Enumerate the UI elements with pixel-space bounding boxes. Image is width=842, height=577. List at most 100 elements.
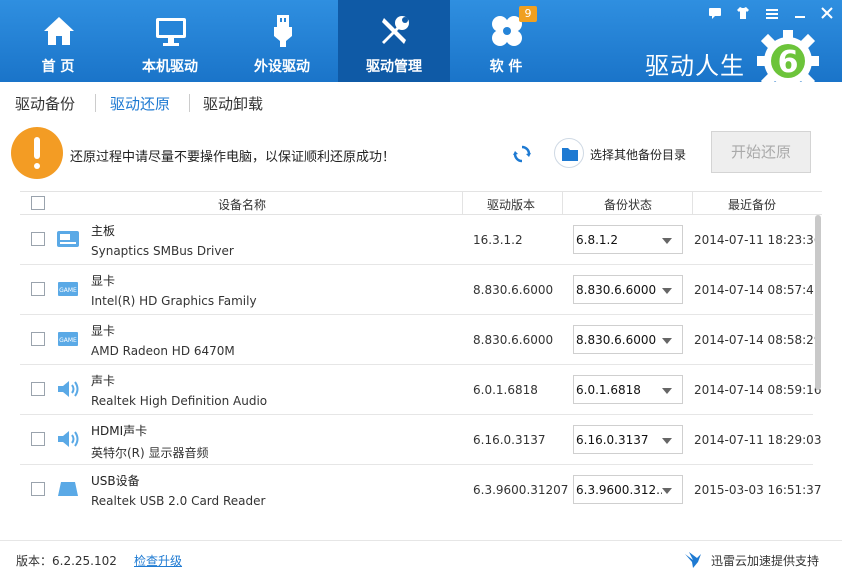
subtab-driver-uninstall[interactable]: 驱动卸载 xyxy=(203,93,263,114)
row-checkbox[interactable] xyxy=(31,432,45,446)
nav-tab-label: 本机驱动 xyxy=(142,59,198,75)
close-icon[interactable] xyxy=(819,6,835,22)
row-checkbox[interactable] xyxy=(31,332,45,346)
select-all-checkbox[interactable] xyxy=(31,196,45,210)
table-row[interactable]: 声卡 Realtek High Definition Audio 6.0.1.6… xyxy=(20,365,821,415)
menu-icon[interactable] xyxy=(764,6,780,22)
svg-text:GAME: GAME xyxy=(59,337,77,344)
last-backup-date: 2014-07-11 18:23:36 xyxy=(694,233,822,247)
xunlei-bird-icon xyxy=(685,552,701,568)
graphics-card-icon: GAME xyxy=(58,332,78,346)
backup-version-select[interactable]: 8.830.6.6000 xyxy=(573,275,683,304)
status-footer: 版本：6.2.25.102 检查升级 迅雷云加速提供支持 xyxy=(0,540,842,577)
brand-title: 驱动人生 xyxy=(645,52,745,80)
nav-tab-local-drivers[interactable]: 本机驱动 xyxy=(114,0,226,82)
chevron-down-icon xyxy=(662,338,672,344)
last-backup-date: 2014-07-14 08:58:29 xyxy=(694,333,822,347)
device-type: HDMI声卡 xyxy=(91,424,148,438)
folder-icon xyxy=(562,148,578,161)
header-device-name: 设备名称 xyxy=(218,198,267,212)
device-name: AMD Radeon HD 6470M xyxy=(91,344,235,358)
backup-version-select[interactable]: 6.0.1.6818 xyxy=(573,375,683,404)
table-row[interactable]: 主板 Synaptics SMBus Driver 16.3.1.2 6.8.1… xyxy=(20,215,821,265)
device-type: USB设备 xyxy=(91,474,140,488)
subtab-bar: 驱动备份 驱动还原 驱动卸载 xyxy=(0,82,842,120)
svg-text:GAME: GAME xyxy=(59,287,77,294)
chevron-down-icon xyxy=(662,288,672,294)
graphics-card-icon: GAME xyxy=(58,282,78,296)
backup-version-select[interactable]: 8.830.6.6000 xyxy=(573,325,683,354)
start-restore-button[interactable]: 开始还原 xyxy=(711,131,811,173)
speaker-icon xyxy=(58,381,79,397)
refresh-icon[interactable] xyxy=(513,145,531,163)
usb-device-icon xyxy=(58,482,78,496)
chevron-down-icon xyxy=(662,238,672,244)
restore-table: 设备名称 驱动版本 备份状态 最近备份 主板 Synaptics SMBus D… xyxy=(20,191,822,517)
subtab-driver-restore[interactable]: 驱动还原 xyxy=(110,93,170,114)
device-type: 声卡 xyxy=(91,374,116,388)
device-name: 英特尔(R) 显示器音频 xyxy=(91,446,209,460)
tools-icon xyxy=(382,16,409,44)
svg-text:6: 6 xyxy=(778,45,799,80)
nav-tab-peripheral-drivers[interactable]: 外设驱动 xyxy=(226,0,338,82)
nav-tab-label: 首 页 xyxy=(41,59,75,75)
nav-tab-label: 外设驱动 xyxy=(254,59,310,75)
nav-tab-software[interactable]: 软 件 xyxy=(450,0,562,82)
chevron-down-icon xyxy=(662,388,672,394)
subtab-driver-backup[interactable]: 驱动备份 xyxy=(15,93,75,114)
table-header: 设备名称 驱动版本 备份状态 最近备份 xyxy=(20,191,822,215)
last-backup-date: 2014-07-11 18:29:03 xyxy=(694,433,822,447)
chevron-down-icon xyxy=(662,488,672,494)
header-backup-status: 备份状态 xyxy=(604,198,653,212)
row-checkbox[interactable] xyxy=(31,382,45,396)
device-name: Intel(R) HD Graphics Family xyxy=(91,294,257,308)
driver-version: 6.0.1.6818 xyxy=(473,383,538,397)
choose-directory-label[interactable]: 选择其他备份目录 xyxy=(590,146,686,163)
choose-directory-button[interactable] xyxy=(554,138,584,168)
warning-icon xyxy=(11,127,63,179)
driver-version: 6.16.0.3137 xyxy=(473,433,546,447)
nav-tab-driver-management[interactable]: 驱动管理 xyxy=(338,0,450,82)
chevron-down-icon xyxy=(662,438,672,444)
message-icon[interactable] xyxy=(707,6,723,22)
check-update-link[interactable]: 检查升级 xyxy=(134,552,182,569)
header-driver-version: 驱动版本 xyxy=(487,198,536,212)
device-type: 显卡 xyxy=(91,324,116,338)
table-row[interactable]: GAME 显卡 Intel(R) HD Graphics Family 8.83… xyxy=(20,265,821,315)
restore-notice-text: 还原过程中请尽量不要操作电脑，以保证顺利还原成功！ xyxy=(70,150,396,165)
table-scrollbar[interactable] xyxy=(815,215,821,390)
row-checkbox[interactable] xyxy=(31,282,45,296)
backup-version-select[interactable]: 6.16.0.3137 xyxy=(573,425,683,454)
device-type: 显卡 xyxy=(91,274,116,288)
skin-shirt-icon[interactable] xyxy=(735,6,751,22)
table-row[interactable]: GAME 显卡 AMD Radeon HD 6470M 8.830.6.6000… xyxy=(20,315,821,365)
driver-version: 8.830.6.6000 xyxy=(473,283,554,297)
driver-version: 8.830.6.6000 xyxy=(473,333,554,347)
last-backup-date: 2015-03-03 16:51:37 xyxy=(694,483,822,497)
last-backup-date: 2014-07-14 08:57:41 xyxy=(694,283,822,297)
table-row[interactable]: USB设备 Realtek USB 2.0 Card Reader 6.3.96… xyxy=(20,465,821,515)
table-row[interactable]: HDMI声卡 英特尔(R) 显示器音频 6.16.0.3137 6.16.0.3… xyxy=(20,415,821,465)
usb-plug-icon xyxy=(274,15,292,47)
cdn-provider-text: 迅雷云加速提供支持 xyxy=(711,554,820,568)
device-name: Realtek High Definition Audio xyxy=(91,394,268,408)
row-checkbox[interactable] xyxy=(31,482,45,496)
nav-tab-home[interactable]: 首 页 xyxy=(2,0,114,82)
driver-version: 16.3.1.2 xyxy=(473,233,523,247)
backup-version-select[interactable]: 6.3.9600.312... xyxy=(573,475,683,504)
subtab-divider xyxy=(95,94,96,112)
monitor-icon xyxy=(156,18,186,46)
top-nav-bar: 首 页 本机驱动 外设驱动 驱动管理 软 件 9 驱动人生 6 xyxy=(0,0,842,92)
minimize-icon[interactable] xyxy=(792,6,808,22)
device-type: 主板 xyxy=(91,224,116,238)
app-version: 版本：6.2.25.102 xyxy=(16,554,117,568)
header-last-backup: 最近备份 xyxy=(728,198,777,212)
last-backup-date: 2014-07-14 08:59:16 xyxy=(694,383,822,397)
home-icon xyxy=(44,17,74,45)
nav-tab-label: 驱动管理 xyxy=(366,59,422,75)
nav-tab-label: 软 件 xyxy=(489,59,523,75)
subtab-divider xyxy=(189,94,190,112)
software-update-badge: 9 xyxy=(519,6,537,22)
backup-version-select[interactable]: 6.8.1.2 xyxy=(573,225,683,254)
row-checkbox[interactable] xyxy=(31,232,45,246)
